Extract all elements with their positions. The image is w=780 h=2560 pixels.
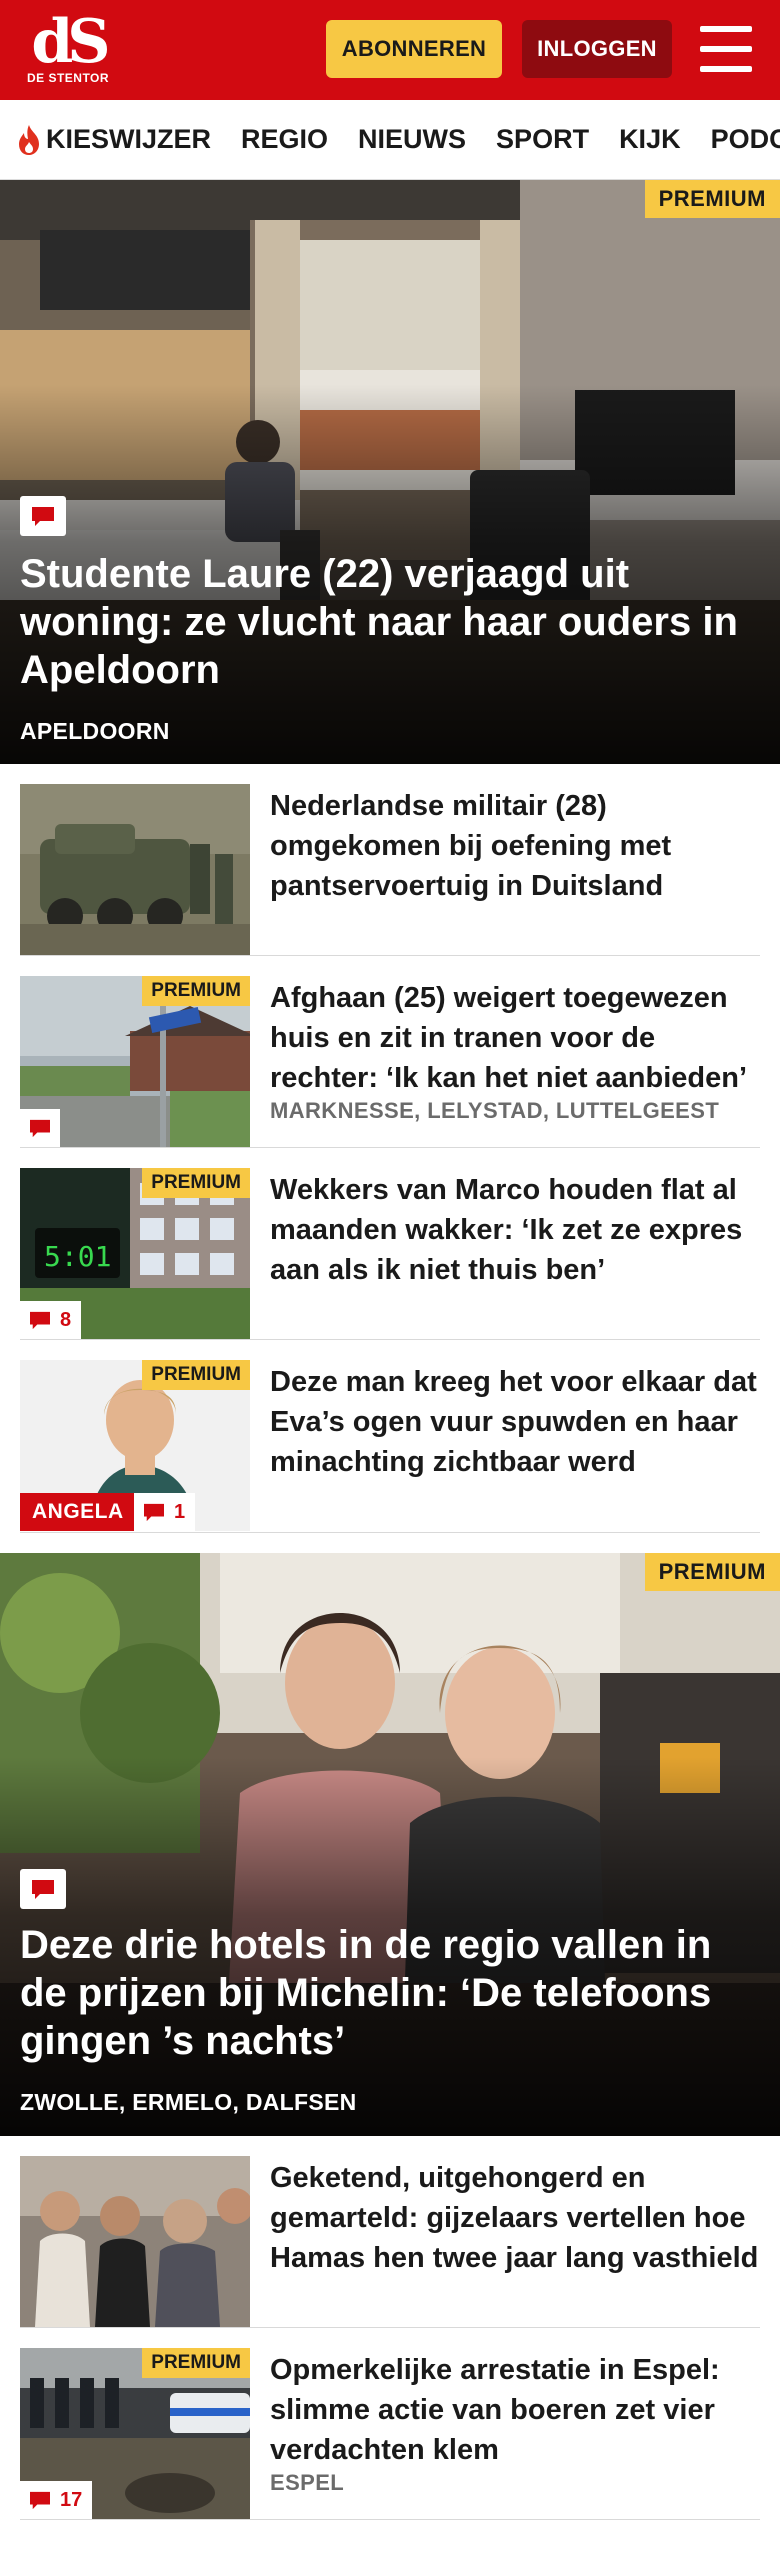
- hero-location: APELDOORN: [20, 718, 170, 744]
- nav-item-kieswijzer[interactable]: KIESWIJZER: [16, 124, 211, 156]
- nav-item-nieuws[interactable]: NIEUWS: [358, 124, 466, 155]
- comment-icon: [30, 2491, 50, 2510]
- nav-item-regio[interactable]: REGIO: [241, 124, 328, 155]
- hero-headline[interactable]: Studente Laure (22) verjaagd uit woning:…: [20, 550, 750, 694]
- article-headline[interactable]: Geketend, uitgehongerd en gemarteld: gij…: [270, 2158, 760, 2278]
- nav-item-kijk[interactable]: KIJK: [619, 124, 681, 155]
- article-list-2: Geketend, uitgehongerd en gemarteld: gij…: [0, 2136, 780, 2520]
- article-thumbnail-arrest: PREMIUM 17: [20, 2348, 250, 2519]
- article-thumbnail-hostages: [20, 2156, 250, 2327]
- list-item[interactable]: PREMIUM Afghaan (25) weigert toegewezen …: [20, 956, 760, 1148]
- comment-icon: [30, 1311, 50, 1330]
- list-item[interactable]: 5:01 PREMIUM 8 Wekkers van Marco houden …: [20, 1148, 760, 1340]
- premium-badge: PREMIUM: [142, 1360, 250, 1390]
- clock-display: 5:01: [44, 1240, 111, 1273]
- list-item[interactable]: Geketend, uitgehongerd en gemarteld: gij…: [20, 2136, 760, 2328]
- list-item[interactable]: PREMIUM ANGELA 1 Deze man kreeg het voor…: [20, 1340, 760, 1533]
- comment-icon: [20, 496, 66, 536]
- section-nav: KIESWIJZER REGIO NIEUWS SPORT KIJK PODCA…: [0, 100, 780, 180]
- hero-article-2[interactable]: PREMIUM Deze drie hotels in de regio val…: [0, 1553, 780, 2136]
- article-headline[interactable]: Nederlandse militair (28) omgekomen bij …: [270, 786, 760, 906]
- flame-icon: [16, 124, 42, 156]
- hero-location: ZWOLLE, ERMELO, DALFSEN: [20, 2089, 357, 2115]
- nav-label: KIESWIJZER: [46, 124, 212, 154]
- comment-count-badge: 1: [134, 1493, 196, 1531]
- hero-headline[interactable]: Deze drie hotels in de regio vallen in d…: [20, 1921, 750, 2065]
- premium-badge: PREMIUM: [142, 2348, 250, 2378]
- comment-badge: [20, 1109, 60, 1147]
- logo-subtitle: DE STENTOR: [26, 71, 110, 85]
- logo-mark: dS: [31, 7, 110, 77]
- login-button[interactable]: INLOGGEN: [522, 20, 672, 78]
- comment-count: 8: [60, 1308, 72, 1331]
- premium-badge: PREMIUM: [644, 180, 780, 218]
- premium-badge: PREMIUM: [142, 1168, 250, 1198]
- article-thumbnail-street: PREMIUM: [20, 976, 250, 1147]
- article-headline[interactable]: Afghaan (25) weigert toegewezen huis en …: [270, 978, 760, 1098]
- comment-count-badge: 8: [20, 1301, 82, 1339]
- article-headline[interactable]: Deze man kreeg het voor elkaar dat Eva’s…: [270, 1362, 760, 1482]
- site-logo[interactable]: dS DE STENTOR: [20, 7, 116, 85]
- comment-icon: [144, 1503, 164, 1522]
- article-thumbnail-alarm-clock: 5:01 PREMIUM 8: [20, 1168, 250, 1339]
- hero-article-1[interactable]: PREMIUM Studente Laure (22) verjaagd uit…: [0, 180, 780, 764]
- nav-item-sport[interactable]: SPORT: [496, 124, 589, 155]
- comment-count: 17: [60, 2488, 83, 2511]
- article-thumbnail-portrait: PREMIUM ANGELA 1: [20, 1360, 250, 1531]
- premium-badge: PREMIUM: [644, 1553, 780, 1591]
- comment-icon: [20, 1869, 66, 1909]
- nav-item-podcasts[interactable]: PODCASTS: [711, 124, 780, 155]
- article-headline[interactable]: Opmerkelijke arrestatie in Espel: slimme…: [270, 2350, 760, 2470]
- comment-count-badge: 17: [20, 2481, 93, 2519]
- site-header: dS DE STENTOR ABONNEREN INLOGGEN: [0, 0, 780, 100]
- article-location: MARKNESSE, LELYSTAD, LUTTELGEEST: [270, 1098, 720, 1123]
- article-location: ESPEL: [270, 2470, 345, 2495]
- list-item[interactable]: PREMIUM 17 Opmerkelijke arrestatie in Es…: [20, 2328, 760, 2520]
- author-label: ANGELA: [20, 1493, 136, 1531]
- list-item[interactable]: Nederlandse militair (28) omgekomen bij …: [20, 764, 760, 956]
- premium-badge: PREMIUM: [142, 976, 250, 1006]
- subscribe-button[interactable]: ABONNEREN: [326, 20, 502, 78]
- article-headline[interactable]: Wekkers van Marco houden flat al maanden…: [270, 1170, 760, 1290]
- hamburger-menu-icon[interactable]: [700, 26, 752, 72]
- article-thumbnail-military: [20, 784, 250, 955]
- article-list-1: Nederlandse militair (28) omgekomen bij …: [0, 764, 780, 1533]
- comment-count: 1: [174, 1500, 186, 1523]
